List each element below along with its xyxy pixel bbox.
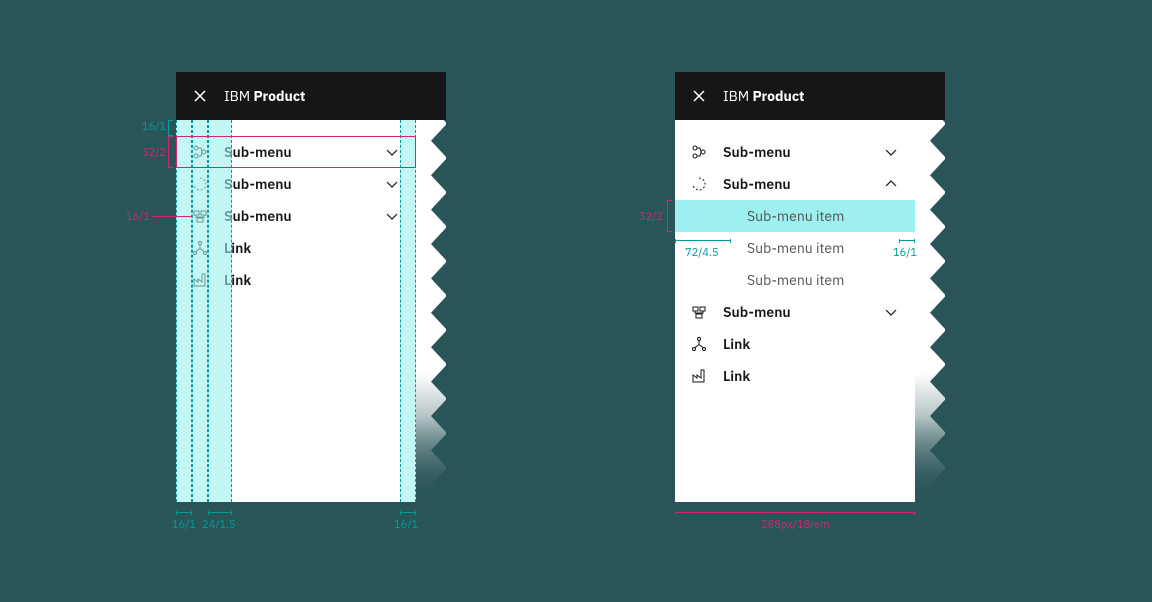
chevron-down-icon	[384, 144, 400, 160]
nav-item-label: Link	[224, 239, 416, 257]
nav-item-label: Link	[224, 271, 416, 289]
ui-shell-header: IBM Product	[176, 72, 446, 120]
ui-shell-header: IBM Product	[675, 72, 945, 120]
nav-item-label: Link	[723, 335, 915, 353]
chevron-down-icon	[384, 208, 400, 224]
spec-label-panel-w: 288px/18rem	[761, 518, 830, 532]
nav-subitem-label: Sub-menu item	[747, 239, 915, 257]
nav-submenu-item[interactable]: Sub-menu	[675, 168, 915, 200]
menu-close-button[interactable]	[176, 72, 224, 120]
nav-submenu-child[interactable]: Sub-menu item	[675, 232, 915, 264]
chevron-down-icon	[883, 304, 899, 320]
nav-item-label: Sub-menu	[224, 175, 384, 193]
nav-subitem-label: Sub-menu item	[747, 271, 915, 289]
nav-submenu-child[interactable]: Sub-menu item	[675, 264, 915, 296]
nav-link-item[interactable]: Link	[675, 360, 915, 392]
spec-bracket-panel-w	[675, 512, 915, 513]
loading-icon	[691, 176, 707, 192]
factory-icon	[691, 368, 707, 384]
header-brand[interactable]: IBM Product	[224, 87, 305, 105]
nav-submenu-item[interactable]: Sub-menu	[675, 136, 915, 168]
brand-product: Product	[253, 87, 305, 105]
spec-label-pad-right: 16/1	[394, 518, 418, 532]
side-nav-panel: Sub-menu Sub-menu Sub-menu Link Link	[176, 120, 416, 502]
spec-label-top-pad: 16/1	[142, 120, 166, 134]
spec-bracket-pad-left	[176, 512, 192, 513]
brand-product: Product	[752, 87, 804, 105]
nav-submenu-item[interactable]: Sub-menu	[675, 296, 915, 328]
nav-item-label: Sub-menu	[723, 143, 883, 161]
brand-prefix: IBM	[723, 87, 749, 105]
close-icon	[691, 88, 707, 104]
nav-submenu-item[interactable]: Sub-menu	[176, 200, 416, 232]
nodes-icon	[691, 336, 707, 352]
nav-item-label: Link	[723, 367, 915, 385]
spec-bracket-item-h	[667, 200, 668, 232]
spec-bracket-row-h	[168, 136, 169, 168]
spec-bracket-top-pad	[168, 120, 169, 136]
nav-submenu-item[interactable]: Sub-menu	[176, 168, 416, 200]
chevron-down-icon	[384, 176, 400, 192]
nav-item-label: Sub-menu	[224, 207, 384, 225]
close-icon	[192, 88, 208, 104]
spec-label-row-h: 32/2	[142, 146, 166, 160]
spec-example-expanded: IBM Product Sub-menu Sub-menu Sub-menu i…	[675, 72, 945, 502]
side-nav-panel: Sub-menu Sub-menu Sub-menu item Sub-menu…	[675, 120, 915, 502]
header-brand[interactable]: IBM Product	[723, 87, 804, 105]
nav-subitem-label: Sub-menu item	[747, 207, 915, 225]
nav-item-label: Sub-menu	[723, 303, 883, 321]
spec-label-gap: 24/1.5	[202, 518, 236, 532]
menu-close-button[interactable]	[675, 72, 723, 120]
spec-bracket-gap	[208, 512, 232, 513]
nav-item-label: Sub-menu	[723, 175, 883, 193]
nav-link-item[interactable]: Link	[176, 232, 416, 264]
flow-icon	[691, 144, 707, 160]
flow-icon	[192, 144, 208, 160]
spec-bracket-pad-right	[400, 512, 416, 513]
loading-icon	[192, 176, 208, 192]
brand-prefix: IBM	[224, 87, 250, 105]
chevron-down-icon	[883, 144, 899, 160]
spec-example-collapsed: IBM Product Sub-menu Sub-menu Sub-menu L…	[176, 72, 446, 502]
chevron-up-icon	[883, 176, 899, 192]
nav-submenu-child[interactable]: Sub-menu item	[675, 200, 915, 232]
factory-icon	[192, 272, 208, 288]
spec-label-item-h: 32/2	[639, 210, 663, 224]
data-icon	[192, 208, 208, 224]
nav-link-item[interactable]: Link	[176, 264, 416, 296]
spec-label-pad-left: 16/1	[172, 518, 196, 532]
spec-label-icon-left: 16/1	[126, 210, 150, 224]
nodes-icon	[192, 240, 208, 256]
nav-submenu-item[interactable]: Sub-menu	[176, 136, 416, 168]
nav-item-label: Sub-menu	[224, 143, 384, 161]
nav-link-item[interactable]: Link	[675, 328, 915, 360]
data-icon	[691, 304, 707, 320]
